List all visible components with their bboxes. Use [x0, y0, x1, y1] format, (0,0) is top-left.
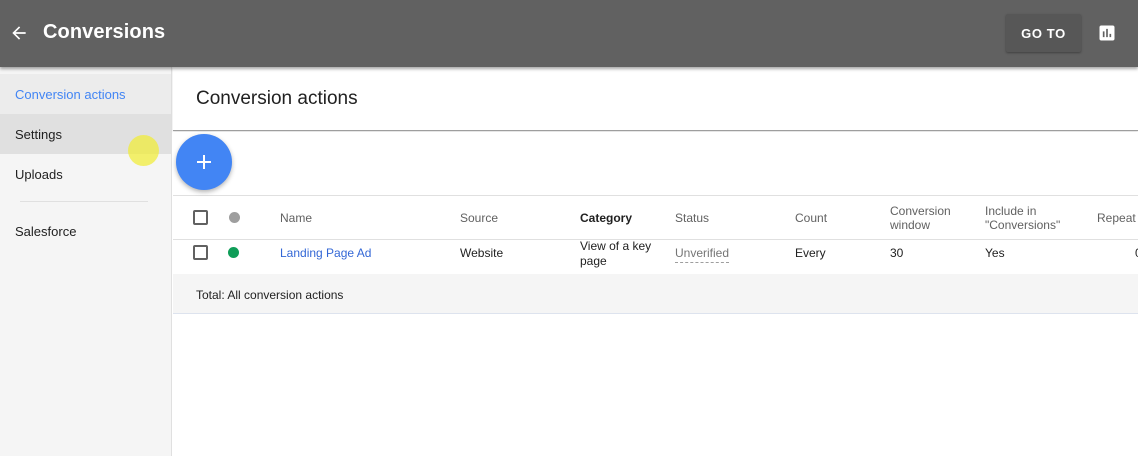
row-count: Every	[795, 246, 826, 260]
reports-button[interactable]	[1095, 21, 1119, 45]
column-header-include-in-conversions[interactable]: Include in "Conversions"	[985, 204, 1080, 232]
table-toolbar	[173, 132, 1138, 196]
conversion-name-link[interactable]: Landing Page Ad	[280, 246, 371, 261]
enabled-status-dot-icon	[228, 247, 239, 258]
column-header-count[interactable]: Count	[795, 211, 827, 225]
sidebar: Conversion actions Settings Uploads Sale…	[0, 67, 172, 456]
go-to-button[interactable]: GO TO	[1006, 14, 1081, 52]
row-status[interactable]: Unverified	[675, 246, 730, 263]
mouse-cursor-highlight	[128, 135, 159, 166]
column-header-repeat[interactable]: Repeat	[1097, 211, 1136, 225]
plus-icon	[197, 155, 211, 169]
table-row: Landing Page Ad Website View of a key pa…	[173, 239, 1138, 273]
empty-table-area	[173, 315, 1138, 456]
column-header-conversion-window[interactable]: Conversion window	[890, 204, 970, 232]
row-source: Website	[460, 246, 504, 260]
table-header: Name Source Category Status Count Conver…	[173, 197, 1138, 240]
row-include-in-conversions: Yes	[985, 246, 1005, 260]
column-header-source[interactable]: Source	[460, 211, 498, 225]
add-conversion-button[interactable]	[176, 134, 232, 190]
top-app-bar: Conversions GO TO	[0, 0, 1138, 67]
row-conversion-window: 30	[890, 246, 904, 260]
app-title: Conversions	[43, 21, 166, 43]
total-label: Total: All conversion actions	[196, 288, 344, 302]
sidebar-item-conversion-actions[interactable]: Conversion actions	[0, 74, 171, 114]
column-header-status[interactable]: Status	[675, 211, 709, 225]
arrow-back-icon	[12, 26, 26, 40]
select-all-checkbox[interactable]	[193, 210, 208, 225]
sidebar-item-salesforce[interactable]: Salesforce	[0, 211, 171, 251]
status-column-dot-icon	[229, 212, 240, 223]
page-header: Conversion actions	[173, 67, 1138, 131]
page-title: Conversion actions	[196, 88, 358, 109]
row-category: View of a key page	[580, 239, 652, 268]
back-button[interactable]	[6, 20, 32, 46]
total-row: Total: All conversion actions	[173, 274, 1138, 314]
row-checkbox[interactable]	[193, 245, 208, 260]
sidebar-divider	[20, 201, 148, 202]
bar-chart-icon	[1099, 25, 1115, 41]
column-header-name[interactable]: Name	[280, 211, 312, 225]
column-header-category[interactable]: Category	[580, 211, 632, 225]
